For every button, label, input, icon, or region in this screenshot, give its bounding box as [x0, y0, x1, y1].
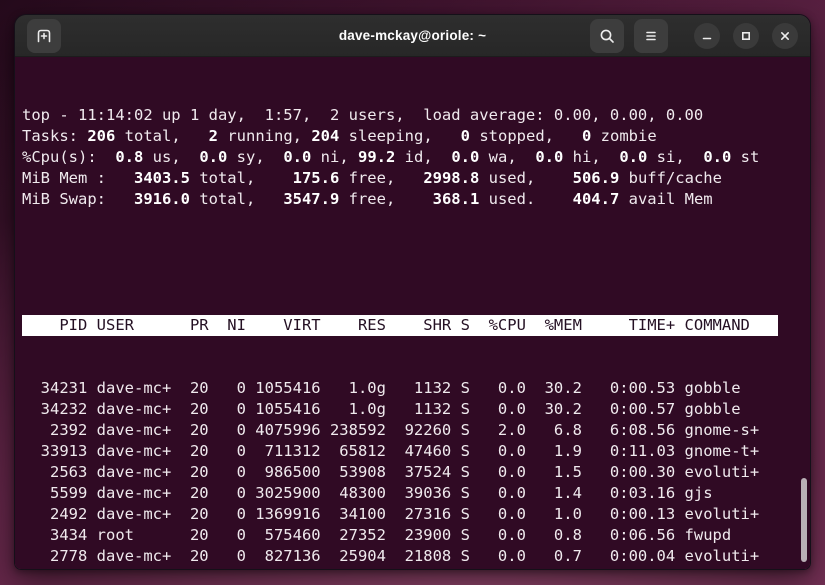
terminal-content[interactable]: top - 11:14:02 up 1 day, 1:57, 2 users, …	[15, 57, 810, 569]
menu-button[interactable]	[634, 19, 668, 53]
process-row: 2392 dave-mc+ 20 0 4075996 238592 92260 …	[22, 420, 810, 441]
search-icon	[598, 27, 616, 45]
process-row: 34232 dave-mc+ 20 0 1055416 1.0g 1132 S …	[22, 399, 810, 420]
process-row: 3434 root 20 0 575460 27352 23900 S 0.0 …	[22, 525, 810, 546]
process-row: 34231 dave-mc+ 20 0 1055416 1.0g 1132 S …	[22, 378, 810, 399]
close-button[interactable]	[772, 23, 798, 49]
summary-line: Tasks: 206 total, 2 running, 204 sleepin…	[22, 126, 810, 147]
new-tab-icon	[35, 27, 53, 45]
titlebar: dave-mckay@oriole: ~	[15, 15, 810, 57]
process-table-header: PID USER PR NI VIRT RES SHR S %CPU %MEM …	[22, 315, 810, 336]
minimize-button[interactable]	[694, 23, 720, 49]
window-controls	[694, 23, 798, 49]
hamburger-menu-icon	[642, 27, 660, 45]
new-tab-button[interactable]	[27, 19, 61, 53]
terminal-window: dave-mckay@oriole: ~	[14, 14, 811, 570]
process-row: 3052 dave-mc+ 20 0 723872 25904 17072 S …	[22, 567, 810, 569]
summary-line: MiB Mem : 3403.5 total, 175.6 free, 2998…	[22, 168, 810, 189]
summary-line: top - 11:14:02 up 1 day, 1:57, 2 users, …	[22, 105, 810, 126]
process-table: 34231 dave-mc+ 20 0 1055416 1.0g 1132 S …	[22, 378, 810, 569]
blank-line	[22, 252, 810, 273]
search-button[interactable]	[590, 19, 624, 53]
process-row: 5599 dave-mc+ 20 0 3025900 48300 39036 S…	[22, 483, 810, 504]
process-row: 2492 dave-mc+ 20 0 1369916 34100 27316 S…	[22, 504, 810, 525]
scrollbar-thumb[interactable]	[801, 478, 807, 562]
maximize-button[interactable]	[733, 23, 759, 49]
top-summary: top - 11:14:02 up 1 day, 1:57, 2 users, …	[22, 105, 810, 210]
summary-line: %Cpu(s): 0.8 us, 0.0 sy, 0.0 ni, 99.2 id…	[22, 147, 810, 168]
process-row: 2563 dave-mc+ 20 0 986500 53908 37524 S …	[22, 462, 810, 483]
summary-line: MiB Swap: 3916.0 total, 3547.9 free, 368…	[22, 189, 810, 210]
process-row: 33913 dave-mc+ 20 0 711312 65812 47460 S…	[22, 441, 810, 462]
process-row: 2778 dave-mc+ 20 0 827136 25904 21808 S …	[22, 546, 810, 567]
